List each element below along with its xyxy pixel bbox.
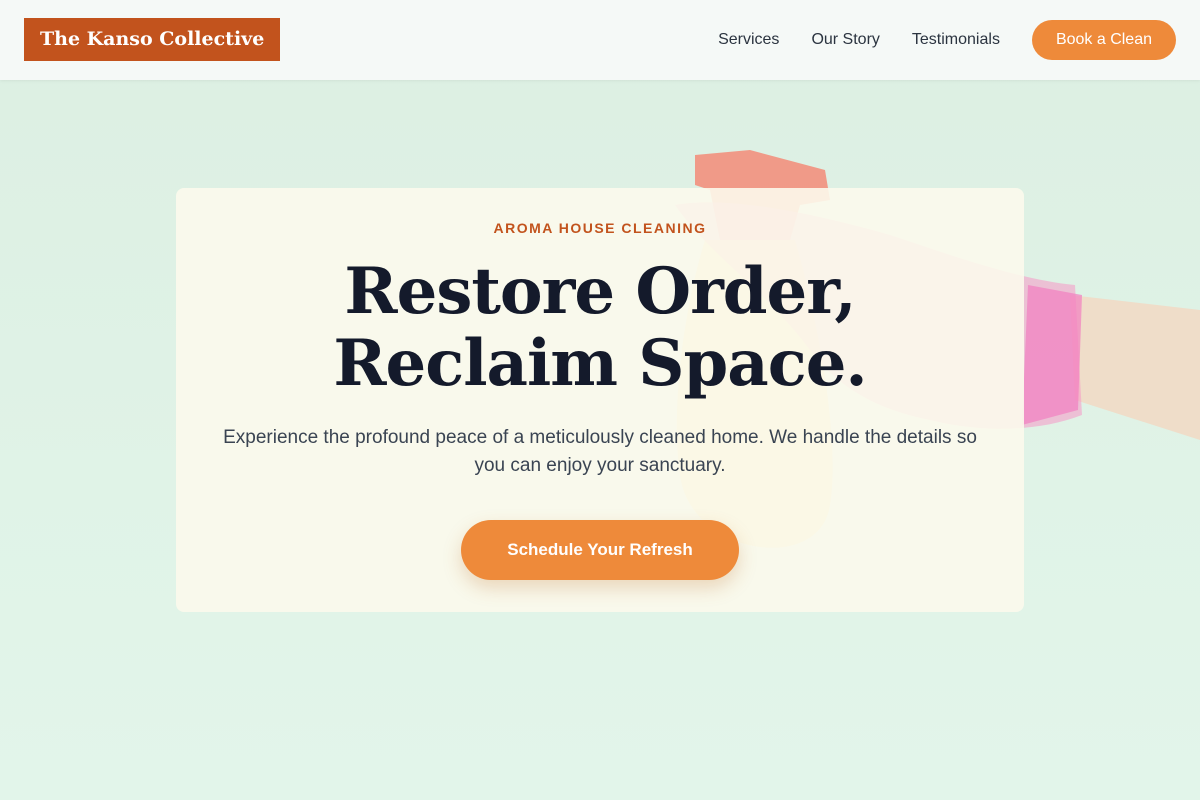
hero-subtext: Experience the profound peace of a metic… [223,427,977,476]
site-header: The Kanso Collective Services Our Story … [0,0,1200,80]
main-nav: Services Our Story Testimonials Book a C… [718,20,1176,60]
nav-link-services[interactable]: Services [718,31,779,49]
hero-headline: Restore Order, Reclaim Space. [333,254,867,401]
hero-card: AROMA HOUSE CLEANING Restore Order, Recl… [176,188,1024,612]
schedule-refresh-button[interactable]: Schedule Your Refresh [461,520,739,580]
nav-link-testimonials[interactable]: Testimonials [912,31,1000,49]
hero-eyebrow: AROMA HOUSE CLEANING [493,220,707,236]
nav-link-our-story[interactable]: Our Story [811,31,879,49]
book-a-clean-button[interactable]: Book a Clean [1031,20,1176,60]
brand-logo[interactable]: The Kanso Collective [24,18,281,61]
